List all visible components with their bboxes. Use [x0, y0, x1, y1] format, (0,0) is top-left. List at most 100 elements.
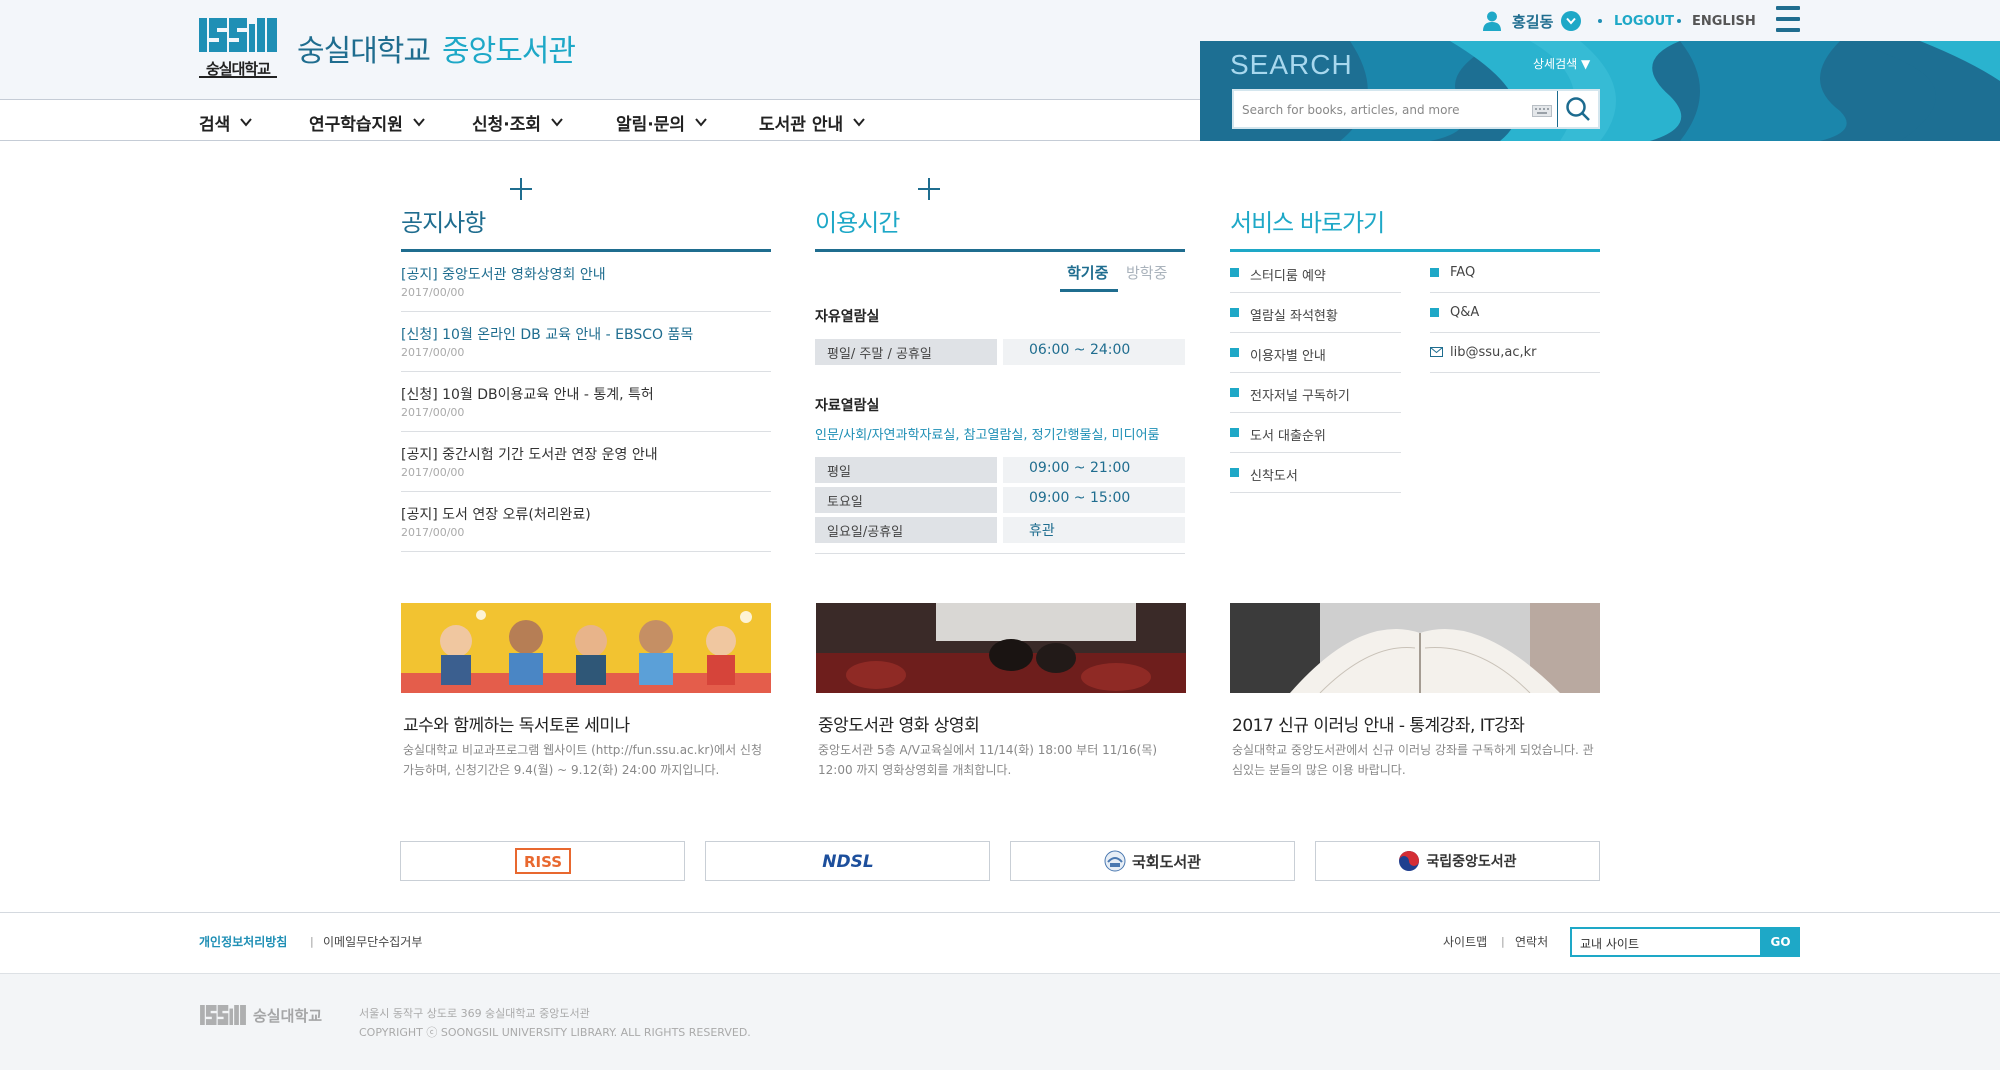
notice-title: [공지] 중앙도서관 영화상영회 안내 — [401, 267, 606, 283]
search-panel: SEARCH 상세검색 ▼ — [1200, 41, 2000, 141]
service-link-new-books[interactable]: 신착도서 — [1230, 453, 1401, 493]
go-button[interactable]: GO — [1761, 927, 1800, 957]
taegeuk-icon — [1399, 851, 1420, 871]
banner-riss[interactable]: RISS — [400, 841, 685, 881]
chevron-down-icon — [413, 118, 425, 127]
banner-label: 국립중앙도서관 — [1426, 854, 1517, 870]
privacy-policy-link[interactable]: 개인정보처리방침 — [199, 933, 287, 950]
event-title: 2017 신규 이러닝 안내 - 통계강좌, IT강좌 — [1232, 716, 1525, 736]
event-thumbnail-seminar — [401, 603, 771, 693]
notice-date: 2017/00/00 — [401, 526, 465, 539]
hours-more-plus-icon[interactable] — [918, 178, 940, 200]
service-link-studyroom[interactable]: 스터디룸 예약 — [1230, 253, 1401, 293]
hours-time: 휴관 — [1003, 517, 1185, 543]
notice-date: 2017/00/00 — [401, 406, 465, 419]
logout-link[interactable]: LOGOUT — [1614, 10, 1674, 32]
active-tab-indicator — [1060, 289, 1118, 292]
notices-more-plus-icon[interactable] — [510, 178, 532, 200]
contact-link[interactable]: 연락처 — [1515, 933, 1548, 950]
university-logo[interactable]: 숭실대학교 — [199, 18, 277, 78]
hamburger-menu-icon[interactable] — [1776, 6, 1800, 32]
service-link-user-guide[interactable]: 이용자별 안내 — [1230, 333, 1401, 373]
hours-day: 평일 — [815, 457, 997, 483]
chevron-down-icon — [853, 118, 865, 127]
site-title-univ: 숭실대학교 — [297, 34, 431, 69]
notice-date: 2017/00/00 — [401, 286, 465, 299]
footer-logo: 숭실대학교 — [199, 1003, 322, 1027]
search-input[interactable] — [1242, 97, 1522, 123]
event-description: 숭실대학교 비교과프로그램 웹사이트 (http://fun.ssu.ac.kr… — [403, 743, 763, 777]
notice-item[interactable]: [공지] 중앙도서관 영화상영회 안내 2017/00/00 — [401, 252, 771, 312]
notice-date: 2017/00/00 — [401, 466, 465, 479]
notice-item[interactable]: [신청] 10월 온라인 DB 교육 안내 - EBSCO 품목 2017/00… — [401, 312, 771, 372]
notices-title: 공지사항 — [401, 209, 486, 237]
site-title-library: 중앙도서관 — [442, 34, 576, 69]
tab-vacation[interactable]: 방학중 — [1126, 262, 1167, 283]
event-title: 중앙도서관 영화 상영회 — [818, 716, 980, 736]
footer-copyright: COPYRIGHT ⓒ SOONGSIL UNIVERSITY LIBRARY.… — [359, 1026, 751, 1039]
hours-row: 일요일/공휴일 휴관 — [815, 517, 1185, 543]
mail-icon — [1430, 347, 1443, 357]
service-link-ejournal[interactable]: 전자저널 구독하기 — [1230, 373, 1401, 413]
banner-national-assembly-library[interactable]: 국회도서관 — [1010, 841, 1295, 881]
material-room-list: 인문/사회/자연과학자료실, 참고열람실, 정기간행물실, 미디어룸 — [815, 428, 1160, 443]
nav-label: 신청·조회 — [472, 114, 542, 135]
hours-time: 09:00 ~ 15:00 — [1003, 487, 1185, 513]
search-title: SEARCH — [1230, 49, 1353, 80]
footer-logo-text: 숭실대학교 — [253, 1006, 323, 1025]
nav-library-info[interactable]: 도서관 안내 — [759, 110, 865, 135]
hours-day: 평일/ 주말 / 공휴일 — [815, 339, 997, 365]
keyboard-icon[interactable] — [1532, 105, 1552, 117]
chevron-down-icon — [551, 118, 563, 127]
riss-logo-icon: RISS — [514, 848, 571, 874]
search-box — [1232, 89, 1600, 129]
service-link-faq[interactable]: FAQ — [1430, 253, 1600, 293]
hours-time: 06:00 ~ 24:00 — [1003, 339, 1185, 365]
service-link-seat-status[interactable]: 열람실 좌석현황 — [1230, 293, 1401, 333]
event-card[interactable]: 2017 신규 이러닝 안내 - 통계강좌, IT강좌 숭실대학교 중앙도서관에… — [1230, 603, 1600, 793]
nav-apply-inquiry[interactable]: 신청·조회 — [472, 110, 563, 135]
banner-national-library[interactable]: 국립중앙도서관 — [1315, 841, 1600, 881]
notice-title: [공지] 도서 연장 오류(처리완료) — [401, 507, 591, 523]
service-link-email[interactable]: lib@ssu,ac,kr — [1430, 333, 1600, 373]
english-link[interactable]: ENGLISH — [1692, 10, 1756, 32]
search-button[interactable] — [1557, 91, 1598, 127]
email-policy-link[interactable]: 이메일무단수집거부 — [323, 933, 422, 950]
user-menu[interactable]: 홍길동 — [1482, 10, 1582, 32]
notice-title: [신청] 10월 DB이용교육 안내 - 통계, 특허 — [401, 387, 654, 403]
nav-label: 연구학습지원 — [309, 114, 403, 135]
nav-search[interactable]: 검색 — [199, 110, 253, 135]
sitemap-link[interactable]: 사이트맵 — [1443, 933, 1487, 950]
campus-site-select[interactable]: 교내 사이트 — [1570, 927, 1762, 957]
hours-row: 평일 09:00 ~ 21:00 — [815, 457, 1185, 483]
notice-item[interactable]: [공지] 도서 연장 오류(처리완료) 2017/00/00 — [401, 492, 771, 552]
footer-emblem-icon — [200, 1005, 246, 1025]
event-card[interactable]: 중앙도서관 영화 상영회 중앙도서관 5층 A/V교육실에서 11/14(화) … — [816, 603, 1186, 793]
event-description: 숭실대학교 중앙도서관에서 신규 이러닝 강좌를 구독하게 되었습니다. 관심있… — [1232, 743, 1594, 777]
material-reading-room-label: 자료열람실 — [815, 398, 880, 414]
nav-research-support[interactable]: 연구학습지원 — [309, 110, 425, 135]
hours-row: 토요일 09:00 ~ 15:00 — [815, 487, 1185, 513]
hours-time: 09:00 ~ 21:00 — [1003, 457, 1185, 483]
event-card[interactable]: 교수와 함께하는 독서토론 세미나 숭실대학교 비교과프로그램 웹사이트 (ht… — [401, 603, 771, 793]
service-link-loan-ranking[interactable]: 도서 대출순위 — [1230, 413, 1401, 453]
banner-ndsl[interactable]: NDSL — [705, 841, 990, 881]
footer-address: 서울시 동작구 상도로 369 숭실대학교 중앙도서관 — [359, 1007, 590, 1020]
tab-semester[interactable]: 학기중 — [1067, 262, 1108, 283]
notice-item[interactable]: [공지] 중간시험 기간 도서관 연장 운영 안내 2017/00/00 — [401, 432, 771, 492]
hours-day: 토요일 — [815, 487, 997, 513]
free-reading-room-label: 자유열람실 — [815, 309, 880, 325]
nav-notice-contact[interactable]: 알림·문의 — [616, 110, 707, 135]
chevron-down-icon[interactable] — [1561, 11, 1582, 31]
svg-text:RISS: RISS — [523, 853, 561, 871]
hours-row: 평일/ 주말 / 공휴일 06:00 ~ 24:00 — [815, 339, 1185, 365]
nav-label: 알림·문의 — [616, 114, 686, 135]
event-title: 교수와 함께하는 독서토론 세미나 — [403, 716, 630, 736]
advanced-search-link[interactable]: 상세검색 ▼ — [1533, 55, 1590, 72]
notice-item[interactable]: [신청] 10월 DB이용교육 안내 - 통계, 특허 2017/00/00 — [401, 372, 771, 432]
site-title[interactable]: 숭실대학교 중앙도서관 — [297, 26, 576, 70]
service-link-qna[interactable]: Q&A — [1430, 293, 1600, 333]
separator-dot — [1598, 19, 1602, 23]
notice-date: 2017/00/00 — [401, 346, 465, 359]
separator-dot — [1677, 19, 1681, 23]
